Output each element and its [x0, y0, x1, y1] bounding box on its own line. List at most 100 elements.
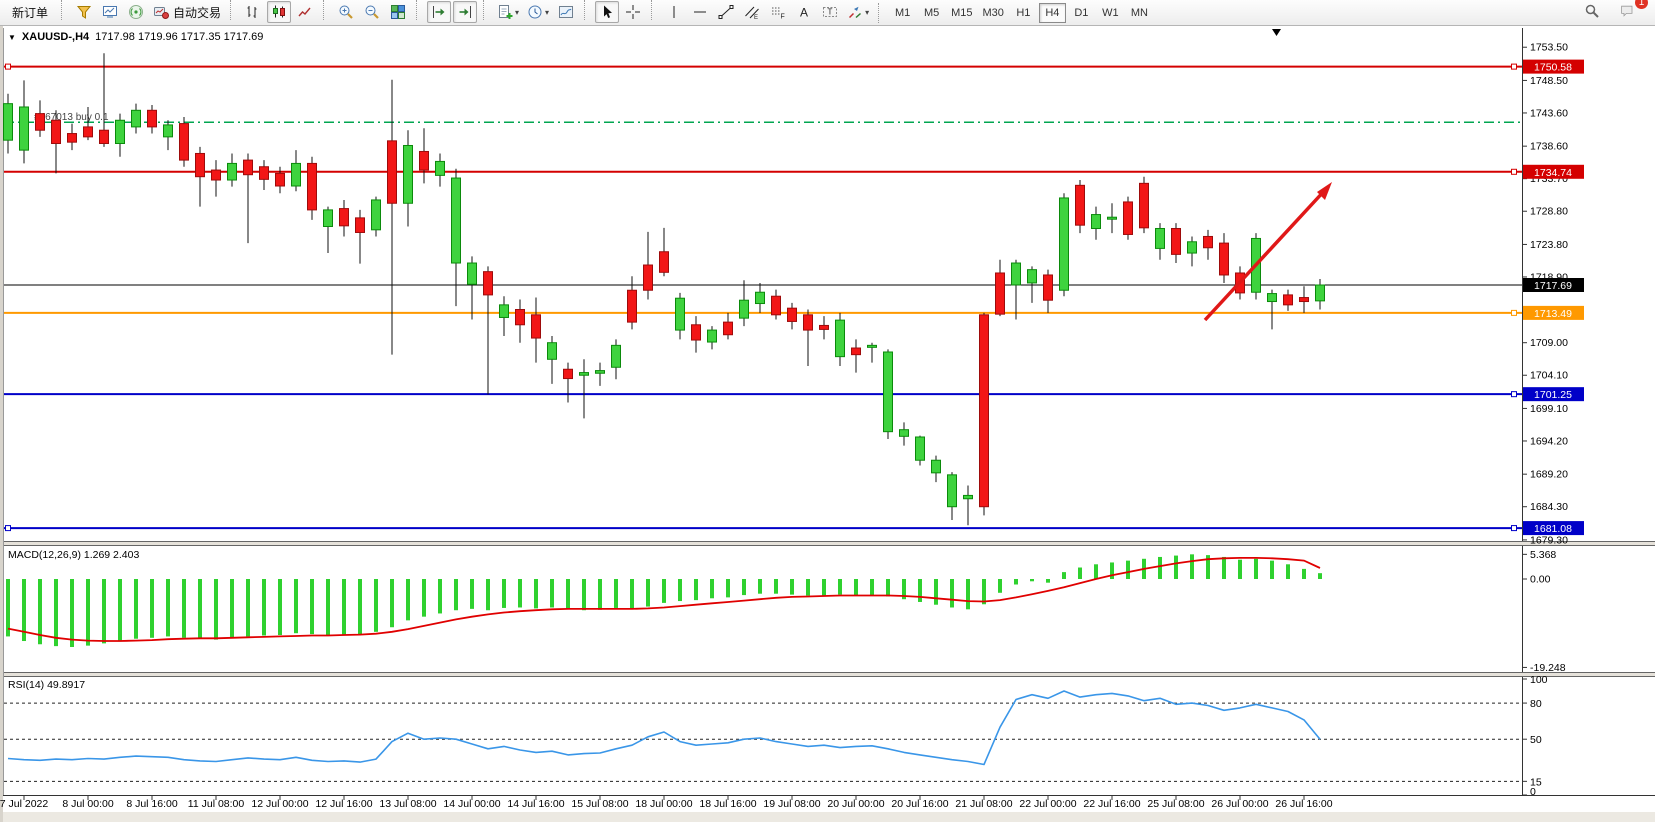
timeframe-W1[interactable]: W1 [1097, 3, 1124, 23]
chevron-down-icon: ▾ [515, 8, 519, 17]
candle-chart-button[interactable] [267, 1, 291, 23]
svg-text:1684.30: 1684.30 [1530, 501, 1568, 513]
timeframe-MN[interactable]: MN [1126, 3, 1153, 23]
svg-text:1694.20: 1694.20 [1530, 435, 1568, 447]
timeframe-H1[interactable]: H1 [1010, 3, 1037, 23]
panel-splitter-macd[interactable] [0, 540, 1655, 546]
fibonacci-icon: F [770, 4, 786, 20]
zoom-out-button[interactable] [360, 1, 384, 23]
crosshair-icon [625, 4, 641, 20]
svg-text:1734.74: 1734.74 [1534, 167, 1572, 179]
tile-windows-button[interactable] [386, 1, 410, 23]
trendline-icon [718, 4, 734, 20]
panel-splitter-rsi[interactable] [0, 670, 1655, 676]
svg-text:1701.25: 1701.25 [1534, 389, 1572, 401]
line-chart-icon [297, 4, 313, 20]
chevron-down-icon: ▾ [865, 8, 869, 17]
search-icon [1584, 3, 1600, 22]
timeframe-D1[interactable]: D1 [1068, 3, 1095, 23]
cursor-icon [599, 4, 615, 20]
new-chart-button[interactable]: ▾ [494, 1, 522, 23]
new-order-label: 新订单 [12, 4, 48, 21]
timeframe-M30[interactable]: M30 [978, 3, 1007, 23]
svg-text:13 Jul 08:00: 13 Jul 08:00 [379, 798, 436, 810]
vertical-line-button[interactable] [662, 1, 686, 23]
svg-text:15 Jul 08:00: 15 Jul 08:00 [571, 798, 628, 810]
svg-text:5.368: 5.368 [1530, 549, 1556, 561]
funnel-icon [76, 4, 92, 20]
vertical-line-icon [666, 4, 682, 20]
bar-chart-icon [245, 4, 261, 20]
svg-text:1704.10: 1704.10 [1530, 370, 1568, 382]
svg-text:14 Jul 00:00: 14 Jul 00:00 [443, 798, 500, 810]
autotrade-button[interactable]: 自动交易 [150, 1, 224, 23]
svg-text:19 Jul 08:00: 19 Jul 08:00 [763, 798, 820, 810]
chart-shift-button[interactable] [453, 1, 477, 23]
chevron-down-icon: ▾ [545, 8, 549, 17]
toolbar-separator [878, 3, 884, 23]
candle-chart-icon [271, 4, 287, 20]
svg-text:1689.20: 1689.20 [1530, 469, 1568, 481]
svg-text:1699.10: 1699.10 [1530, 403, 1568, 415]
toolbar-separator [584, 0, 590, 20]
svg-text:20 Jul 16:00: 20 Jul 16:00 [891, 798, 948, 810]
periods-button[interactable]: ▾ [524, 1, 552, 23]
svg-text:80: 80 [1530, 698, 1542, 710]
timeframe-H4[interactable]: H4 [1039, 3, 1066, 23]
bar-chart-button[interactable] [241, 1, 265, 23]
auto-scroll-icon [431, 4, 447, 20]
svg-text:1750.58: 1750.58 [1534, 62, 1572, 74]
channel-button[interactable]: E [740, 1, 764, 23]
new-order-button[interactable]: 新订单 [5, 2, 55, 24]
monitor-button[interactable] [98, 1, 122, 23]
text-icon: A [796, 4, 812, 20]
chart-window: 1753.501748.501743.601738.601733.701728.… [0, 26, 1655, 822]
svg-text:#467013 buy 0.1: #467013 buy 0.1 [34, 112, 109, 123]
timeframe-M1[interactable]: M1 [889, 3, 916, 23]
auto-scroll-button[interactable] [427, 1, 451, 23]
svg-text:E: E [754, 15, 758, 20]
fibonacci-button[interactable]: F [766, 1, 790, 23]
toolbar-separator [416, 0, 422, 20]
svg-text:T: T [828, 8, 833, 17]
template-icon [558, 4, 574, 20]
svg-text:0.00: 0.00 [1530, 574, 1551, 586]
search-button[interactable] [1580, 2, 1604, 24]
svg-text:14 Jul 16:00: 14 Jul 16:00 [507, 798, 564, 810]
toolbar-separator [483, 0, 489, 20]
svg-text:12 Jul 16:00: 12 Jul 16:00 [315, 798, 372, 810]
signal-button[interactable] [124, 1, 148, 23]
label-button[interactable]: T [818, 1, 842, 23]
channel-icon: E [744, 4, 760, 20]
svg-text:1717.69: 1717.69 [1534, 280, 1572, 292]
toolbar-separator [230, 0, 236, 20]
template-button[interactable] [554, 1, 578, 23]
svg-text:1681.08: 1681.08 [1534, 523, 1572, 535]
autotrade-label: 自动交易 [173, 4, 221, 21]
zoom-in-button[interactable] [334, 1, 358, 23]
timeframe-M5[interactable]: M5 [918, 3, 945, 23]
cursor-button[interactable] [595, 1, 619, 23]
signal-icon [128, 4, 144, 20]
funnel-button[interactable] [72, 1, 96, 23]
svg-text:1753.50: 1753.50 [1530, 42, 1568, 54]
crosshair-button[interactable] [621, 1, 645, 23]
svg-text:7 Jul 2022: 7 Jul 2022 [0, 798, 48, 810]
svg-text:26 Jul 00:00: 26 Jul 00:00 [1211, 798, 1268, 810]
shapes-button[interactable]: ▾ [844, 1, 872, 23]
monitor-icon [102, 4, 118, 20]
svg-text:20 Jul 00:00: 20 Jul 00:00 [827, 798, 884, 810]
svg-text:26 Jul 16:00: 26 Jul 16:00 [1275, 798, 1332, 810]
text-button[interactable]: A [792, 1, 816, 23]
svg-text:F: F [781, 14, 785, 21]
toolbar-separator [651, 0, 657, 20]
svg-text:25 Jul 08:00: 25 Jul 08:00 [1147, 798, 1204, 810]
trendline-button[interactable] [714, 1, 738, 23]
price-chart-canvas[interactable]: 1753.501748.501743.601738.601733.701728.… [0, 26, 1655, 822]
horizontal-line-button[interactable] [688, 1, 712, 23]
svg-text:1728.80: 1728.80 [1530, 206, 1568, 218]
line-chart-button[interactable] [293, 1, 317, 23]
timeframe-M15[interactable]: M15 [947, 3, 976, 23]
toolbar-separator [323, 0, 329, 20]
chart-shift-icon [457, 4, 473, 20]
